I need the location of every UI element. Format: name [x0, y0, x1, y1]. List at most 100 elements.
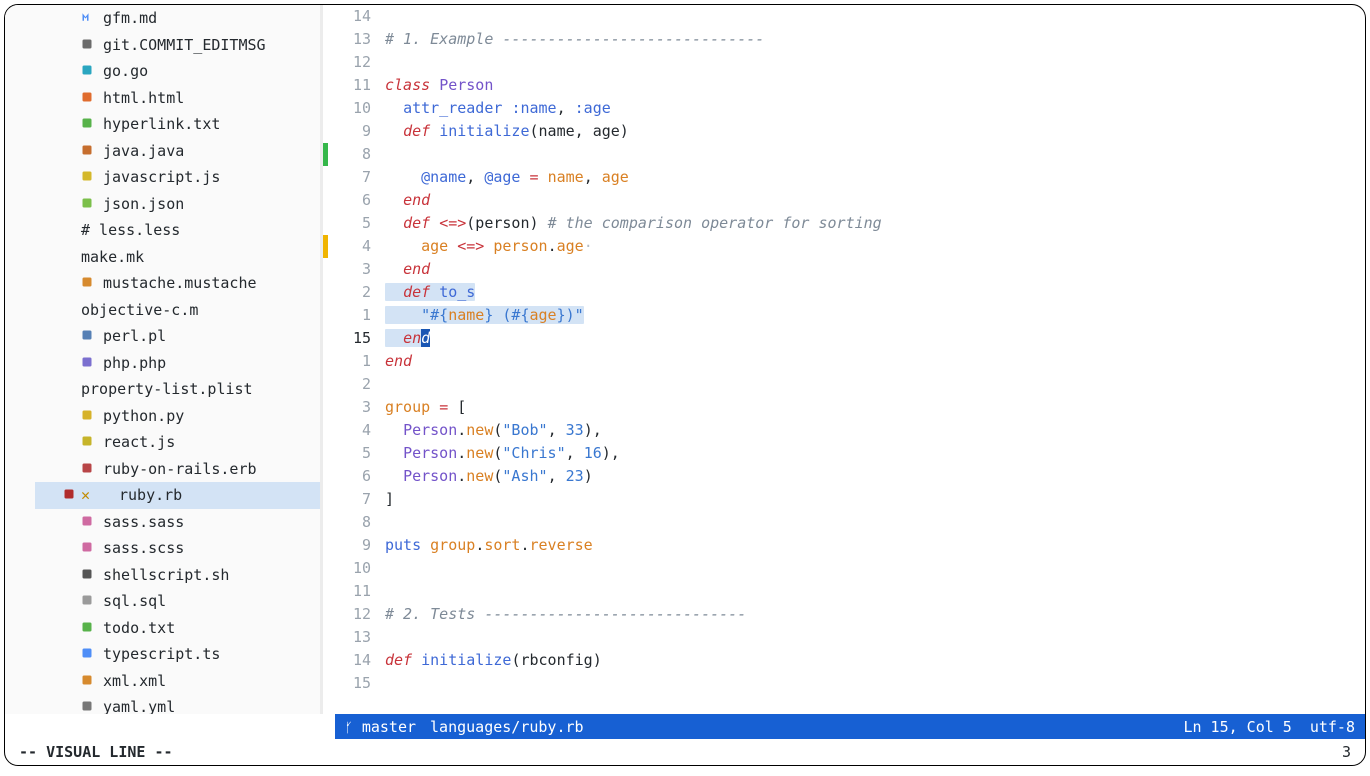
code-line[interactable]: age <=> person.age· — [385, 235, 1365, 258]
tree-item[interactable]: json.json — [35, 191, 320, 218]
tree-item[interactable]: go.go — [35, 58, 320, 85]
code-line[interactable]: Person.new("Chris", 16), — [385, 442, 1365, 465]
tree-item[interactable]: objective-c.m — [35, 297, 320, 324]
code-line[interactable] — [385, 51, 1365, 74]
file-icon — [81, 34, 95, 48]
code-editor[interactable]: 1413121110987654321151234567891011121314… — [320, 5, 1365, 714]
file-tree[interactable]: gfm.md git.COMMIT_EDITMSG go.go html.html hy… — [5, 5, 320, 714]
file-icon — [81, 166, 95, 180]
file-icon — [63, 484, 77, 498]
tree-item[interactable]: ✕ruby.rb — [35, 482, 320, 509]
line-number: 5 — [329, 442, 371, 465]
file-icon — [81, 617, 95, 631]
tree-item[interactable]: python.py — [35, 403, 320, 430]
line-number: 13 — [329, 626, 371, 649]
line-number: 2 — [329, 281, 371, 304]
tree-item[interactable]: javascript.js — [35, 164, 320, 191]
branch-indicator[interactable]: ᚶ master — [345, 718, 416, 736]
file-name: git.COMMIT_EDITMSG — [103, 36, 266, 54]
file-name: property-list.plist — [81, 380, 253, 398]
tree-item[interactable]: typescript.ts — [35, 641, 320, 668]
code-line[interactable]: class Person — [385, 74, 1365, 97]
line-number: 10 — [329, 557, 371, 580]
tree-item[interactable]: sql.sql — [35, 588, 320, 615]
code-line[interactable]: attr_reader :name, :age — [385, 97, 1365, 120]
tree-item[interactable]: java.java — [35, 138, 320, 165]
tree-item[interactable]: sass.scss — [35, 535, 320, 562]
file-icon — [81, 87, 95, 101]
code-line[interactable]: # 1. Example ---------------------------… — [385, 28, 1365, 51]
tree-item[interactable]: shellscript.sh — [35, 562, 320, 589]
tree-item[interactable]: todo.txt — [35, 615, 320, 642]
code-line[interactable]: ] — [385, 488, 1365, 511]
line-number: 1 — [329, 350, 371, 373]
tree-item[interactable]: property-list.plist — [35, 376, 320, 403]
code-line[interactable]: def initialize(name, age) — [385, 120, 1365, 143]
code-line[interactable]: "#{name} (#{age})" — [385, 304, 1365, 327]
file-icon — [81, 643, 95, 657]
tree-item[interactable]: yaml.yml — [35, 694, 320, 714]
tree-item[interactable]: git.COMMIT_EDITMSG — [35, 32, 320, 59]
line-number: 1 — [329, 304, 371, 327]
line-number: 8 — [329, 511, 371, 534]
tree-item[interactable]: make.mk — [35, 244, 320, 271]
tree-item[interactable]: php.php — [35, 350, 320, 377]
code-line[interactable] — [385, 373, 1365, 396]
file-name: xml.xml — [103, 672, 166, 690]
code-line[interactable] — [385, 580, 1365, 603]
code-line[interactable] — [385, 557, 1365, 580]
file-name: sql.sql — [103, 592, 166, 610]
code-line[interactable]: end — [385, 189, 1365, 212]
tree-item[interactable]: mustache.mustache — [35, 270, 320, 297]
code-line[interactable]: def <=>(person) # the comparison operato… — [385, 212, 1365, 235]
code-line[interactable]: end — [385, 327, 1365, 350]
code-line[interactable]: group = [ — [385, 396, 1365, 419]
file-icon — [81, 458, 95, 472]
code-line[interactable] — [385, 626, 1365, 649]
tree-item[interactable]: sass.sass — [35, 509, 320, 536]
tree-item[interactable]: perl.pl — [35, 323, 320, 350]
file-name: perl.pl — [103, 327, 166, 345]
file-icon — [81, 696, 95, 710]
line-number: 15 — [329, 327, 371, 350]
tree-item[interactable]: ruby-on-rails.erb — [35, 456, 320, 483]
line-number: 9 — [329, 534, 371, 557]
code-line[interactable] — [385, 511, 1365, 534]
diff-added-icon — [323, 143, 328, 166]
vim-count: 3 — [1342, 743, 1351, 761]
file-icon — [81, 140, 95, 154]
code-line[interactable] — [385, 5, 1365, 28]
code-line[interactable]: Person.new("Ash", 23) — [385, 465, 1365, 488]
tree-item[interactable]: # less.less — [35, 217, 320, 244]
code-line[interactable]: end — [385, 350, 1365, 373]
line-number: 14 — [329, 649, 371, 672]
line-number: 11 — [329, 74, 371, 97]
code-line[interactable]: def to_s — [385, 281, 1365, 304]
code-line[interactable]: end — [385, 258, 1365, 281]
code-line[interactable]: # 2. Tests ----------------------------- — [385, 603, 1365, 626]
file-name: sass.scss — [103, 539, 184, 557]
code-area[interactable]: # 1. Example ---------------------------… — [379, 5, 1365, 714]
code-line[interactable]: def initialize(rbconfig) — [385, 649, 1365, 672]
code-line[interactable] — [385, 143, 1365, 166]
line-number: 6 — [329, 189, 371, 212]
code-line[interactable] — [385, 672, 1365, 695]
tree-item[interactable]: react.js — [35, 429, 320, 456]
code-line[interactable]: @name, @age = name, age — [385, 166, 1365, 189]
tree-item[interactable]: xml.xml — [35, 668, 320, 695]
file-name: javascript.js — [103, 168, 220, 186]
file-name: html.html — [103, 89, 184, 107]
line-number: 4 — [329, 235, 371, 258]
file-icon — [81, 431, 95, 445]
file-icon — [81, 7, 95, 21]
tree-item[interactable]: html.html — [35, 85, 320, 112]
file-name: todo.txt — [103, 619, 175, 637]
file-name: mustache.mustache — [103, 274, 257, 292]
line-number: 12 — [329, 603, 371, 626]
code-line[interactable]: puts group.sort.reverse — [385, 534, 1365, 557]
file-icon — [81, 511, 95, 525]
line-number: 4 — [329, 419, 371, 442]
tree-item[interactable]: hyperlink.txt — [35, 111, 320, 138]
tree-item[interactable]: gfm.md — [35, 5, 320, 32]
code-line[interactable]: Person.new("Bob", 33), — [385, 419, 1365, 442]
